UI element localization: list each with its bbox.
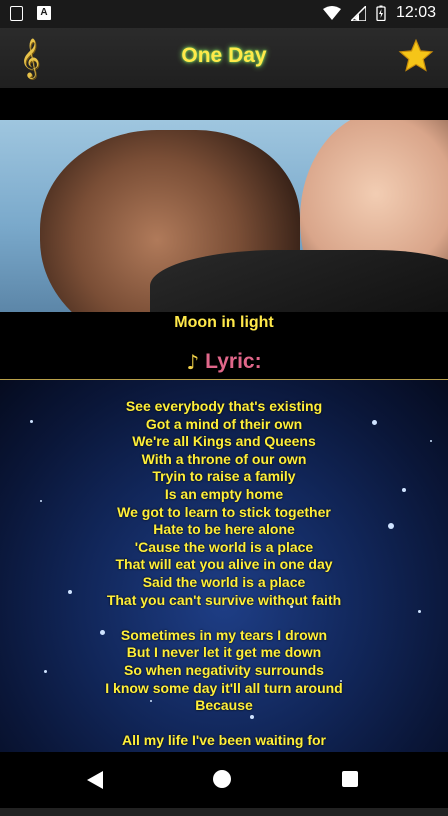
app-notification-icon: A — [37, 6, 51, 20]
battery-icon — [376, 5, 386, 21]
video-figure-jacket — [150, 250, 448, 312]
lyric-line: That you can't survive without faith — [106, 591, 342, 608]
lyric-line: That will eat you alive in one day — [115, 556, 333, 573]
music-note-icon: ♪ — [186, 350, 200, 374]
lyric-line: See everybody that's existing — [125, 398, 323, 414]
wifi-icon — [322, 6, 341, 20]
video-thumbnail[interactable] — [0, 120, 448, 312]
home-circle-icon[interactable] — [213, 770, 231, 788]
lyric-line: Is an empty home — [164, 485, 284, 502]
app-bar: 𝄞 One Day — [0, 28, 448, 88]
lyric-line: Got a mind of their own — [145, 415, 303, 432]
lyric-line: With a throne of our own — [141, 450, 307, 467]
lyric-header: ♪ Lyric: — [0, 346, 448, 378]
lyric-line: We got to learn to stick together — [117, 503, 331, 520]
lyric-stanza-gap — [0, 715, 448, 733]
lyric-label: Lyric: — [205, 350, 262, 373]
page-title: One Day — [181, 44, 267, 67]
lyric-line: Said the world is a place — [142, 573, 306, 590]
star-icon[interactable] — [398, 38, 434, 74]
album-title: Moon in light — [174, 314, 274, 331]
lyric-line: But I never let it get me down — [126, 644, 322, 661]
lyric-line: Sometimes in my tears I drown — [120, 626, 328, 643]
signal-icon — [350, 5, 366, 21]
lyric-stanza-gap — [0, 609, 448, 627]
notification-icon — [10, 6, 23, 21]
lyric-line: Tryin to raise a family — [152, 468, 296, 485]
back-triangle-icon[interactable] — [86, 770, 104, 790]
lyric-line: 'Cause the world is a place — [134, 538, 314, 555]
lyric-line: Because — [195, 697, 253, 714]
status-bar: A 12:03 — [0, 0, 448, 28]
lyrics-text: See everybody that's existing Got a mind… — [0, 398, 448, 750]
navigation-bar — [0, 752, 448, 816]
lyric-line: Hate to be here alone — [153, 521, 295, 538]
lyrics-panel[interactable]: See everybody that's existing Got a mind… — [0, 380, 448, 752]
lyric-line: All my life I've been waiting for — [121, 732, 327, 749]
lyric-line: We're all Kings and Queens — [132, 433, 316, 450]
lyric-line: So when negativity surrounds — [124, 661, 324, 678]
lyric-line: I know some day it'll all turn around — [105, 679, 343, 696]
recents-square-icon[interactable] — [342, 771, 358, 787]
status-time: 12:03 — [395, 4, 436, 21]
